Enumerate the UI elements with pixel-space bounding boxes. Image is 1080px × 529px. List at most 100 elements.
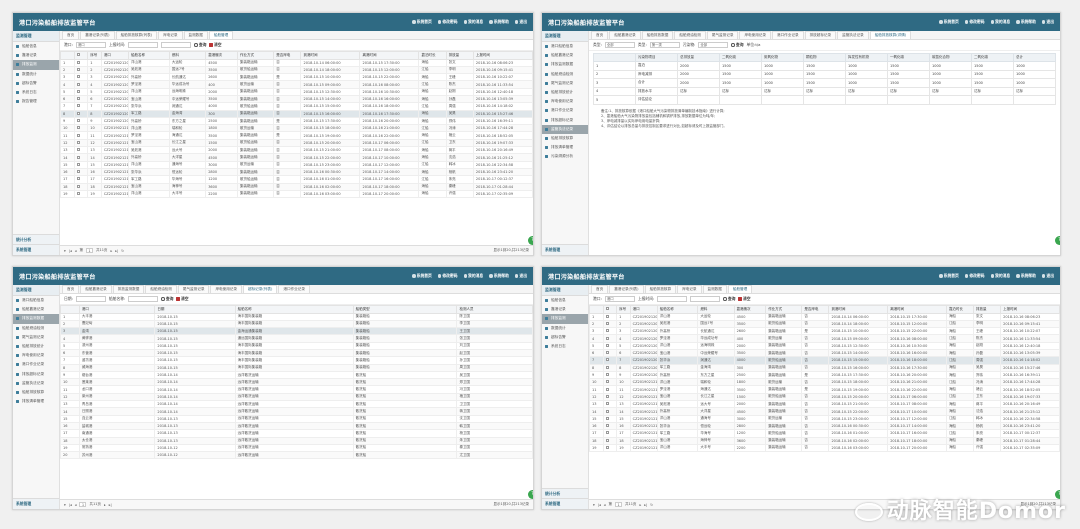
sidebar-item[interactable]: 监管执法记录 bbox=[13, 379, 59, 388]
pollutant-select[interactable]: 全部 bbox=[698, 42, 729, 48]
prev-page-icon[interactable]: ◂ bbox=[75, 503, 77, 507]
table-row[interactable]: 4 黄骅港 2018-10-15 通远国际集装箱 集装箱船 张卫国 bbox=[60, 334, 533, 343]
select-all-checkbox[interactable] bbox=[76, 53, 80, 57]
row-checkbox-cell[interactable] bbox=[73, 116, 89, 126]
tab[interactable]: 港口作业记录 bbox=[278, 285, 310, 293]
table-row[interactable]: 9 9 CZ2019021209 外高桥 东方之星 2500 集装箱运输是 2018-10-1… bbox=[60, 116, 533, 126]
row-checkbox-cell[interactable] bbox=[73, 131, 89, 140]
row-checkbox[interactable] bbox=[605, 343, 609, 347]
table-row[interactable]: 5 5 CZ2019021205 洋山港 远海明珠 2000 集装箱运输否 2018-10-1… bbox=[60, 87, 533, 97]
form-cell[interactable]: 达标 bbox=[929, 86, 972, 96]
tab[interactable]: 岸电记录 bbox=[158, 31, 183, 39]
sidebar-item[interactable]: 船舶排放核算 bbox=[542, 134, 588, 143]
form-cell[interactable] bbox=[887, 95, 930, 105]
clear-button[interactable]: 清空 bbox=[209, 42, 222, 48]
form-cell[interactable]: 1000 bbox=[845, 69, 888, 79]
row-checkbox[interactable] bbox=[76, 67, 80, 71]
table-row[interactable]: 12 莱州港 2018-10-14 远洋散货运输 散货船 褚卫国 bbox=[60, 392, 533, 402]
row-checkbox[interactable] bbox=[76, 104, 80, 108]
row-checkbox-cell[interactable] bbox=[73, 146, 89, 155]
row-checkbox[interactable] bbox=[605, 438, 609, 442]
column-header[interactable]: 到港时间 bbox=[300, 51, 361, 60]
row-checkbox[interactable] bbox=[605, 314, 609, 318]
row-checkbox-cell[interactable] bbox=[73, 153, 89, 162]
table-row[interactable]: 5 滨州港 2018-10-15 海丰国际集装箱 集装箱船 刘卫国 bbox=[60, 341, 533, 351]
menu-messages[interactable]: 我的消息 bbox=[990, 273, 1010, 279]
row-checkbox[interactable] bbox=[605, 373, 609, 377]
sidebar-item[interactable]: 船舶排放统计 bbox=[13, 342, 59, 351]
column-header[interactable]: 离港时间 bbox=[887, 305, 947, 314]
sidebar-item[interactable]: 靠港记录 bbox=[542, 305, 588, 314]
tab[interactable]: 尾气监测记录 bbox=[706, 31, 739, 39]
form-cell[interactable]: 1000 bbox=[1013, 69, 1056, 79]
column-header[interactable]: 港口 bbox=[100, 51, 130, 60]
table-row[interactable]: 17 17 CZ2019021217 军工路 华海号 1200 散货船运输否 2018-10-… bbox=[60, 175, 533, 184]
menu-password[interactable]: 修改密码 bbox=[437, 273, 458, 279]
sidebar-item[interactable]: 靠港记录 bbox=[13, 51, 59, 60]
table-row[interactable]: 14 日照港 2018-10-14 远洋散货运输 散货船 蒋卫国 bbox=[60, 407, 533, 416]
row-checkbox[interactable] bbox=[76, 126, 80, 130]
row-checkbox[interactable] bbox=[605, 445, 609, 449]
form-cell[interactable]: 1000 bbox=[929, 69, 972, 79]
form-cell[interactable] bbox=[929, 95, 972, 105]
row-checkbox-cell[interactable] bbox=[602, 414, 618, 423]
row-checkbox-cell[interactable] bbox=[73, 182, 89, 191]
tab[interactable]: 排放监测数据 bbox=[112, 285, 145, 293]
row-checkbox[interactable] bbox=[605, 431, 609, 435]
clear-button[interactable]: 清空 bbox=[176, 296, 189, 302]
tab[interactable]: 排放超标记录 bbox=[804, 31, 837, 39]
form-cell[interactable]: 1500 bbox=[803, 78, 846, 88]
next-page-icon[interactable]: ▸ bbox=[110, 249, 112, 253]
form-cell[interactable]: 1000 bbox=[1013, 61, 1056, 71]
page-size-select[interactable]: ▾ bbox=[64, 503, 66, 507]
row-checkbox[interactable] bbox=[605, 380, 609, 384]
row-checkbox-cell[interactable] bbox=[602, 392, 618, 402]
form-cell[interactable]: 1000 bbox=[929, 61, 972, 71]
column-header[interactable] bbox=[73, 51, 89, 60]
tab[interactable]: 船舶排放核算 bbox=[644, 285, 677, 293]
tab[interactable]: 船舶靠港记录 bbox=[80, 285, 112, 293]
table-row[interactable]: 7 潍坊港 2018-10-15 海丰国际集装箱 集装箱船 孙卫国 bbox=[60, 356, 533, 365]
column-header[interactable]: 是否岸电 bbox=[801, 305, 830, 314]
table-row[interactable]: 18 18 CZ2019021218 宝山港 海神号 3600 集装箱运输否 2018-10-… bbox=[589, 436, 1060, 445]
menu-messages[interactable]: 我的消息 bbox=[990, 19, 1010, 25]
row-checkbox-cell[interactable] bbox=[602, 400, 618, 409]
sidebar-item[interactable]: 超标告警 bbox=[13, 79, 59, 88]
table-row[interactable]: 10 蓬莱港 2018-10-14 远洋散货运输 散货船 郑卫国 bbox=[60, 378, 533, 387]
form-cell[interactable]: 1500 bbox=[887, 69, 930, 79]
row-checkbox[interactable] bbox=[605, 424, 609, 428]
column-header[interactable]: 作业方式 bbox=[765, 305, 803, 314]
table-row[interactable]: 2 曹妃甸 2018-10-15 海丰国际集装箱 集装箱船 李卫国 bbox=[60, 319, 533, 329]
table-row[interactable]: 17 17 CZ2019021217 军工路 华海号 1200 散货船运输否 2018-10-… bbox=[589, 429, 1060, 438]
query-button[interactable]: 查询 bbox=[723, 296, 735, 302]
table-row[interactable]: 4 4 CZ2019021204 罗泾港 华远成功号 400 散货运输否 2018-10-15… bbox=[60, 80, 533, 89]
help-float-icon[interactable]: ? bbox=[528, 236, 533, 245]
row-checkbox-cell[interactable] bbox=[73, 109, 89, 118]
column-header[interactable]: 作业方式 bbox=[236, 51, 275, 60]
form-cell[interactable]: 1000 bbox=[1013, 78, 1056, 88]
table-row[interactable]: 4 4 CZ2019021204 罗泾港 华远成功号 400 散货运输否 2018-10-15… bbox=[589, 334, 1060, 343]
prev-page-icon[interactable]: ◂ bbox=[75, 249, 77, 253]
row-checkbox-cell[interactable] bbox=[602, 429, 618, 438]
form-cell[interactable]: 达标 bbox=[887, 86, 930, 96]
row-checkbox-cell[interactable] bbox=[602, 370, 618, 380]
tab[interactable]: 监测数据 bbox=[702, 285, 727, 293]
column-header[interactable]: 燃料 bbox=[168, 51, 207, 60]
table-row[interactable]: 9 9 CZ2019021209 外高桥 东方之星 2500 集装箱运输是 2018-10-1… bbox=[589, 370, 1060, 380]
row-checkbox[interactable] bbox=[76, 60, 80, 64]
sidebar-item[interactable]: 尾气监测记录 bbox=[13, 333, 59, 342]
column-header[interactable]: 序号 bbox=[616, 305, 631, 314]
table-row[interactable]: 14 14 CZ2019021214 外高桥 大洋星 4500 集装箱运输否 2018-10-… bbox=[589, 407, 1060, 416]
table-row[interactable]: 6 6 CZ2019021206 宝山港 中远荣耀号 3500 集装箱运输否 2018-10-… bbox=[589, 348, 1060, 358]
row-checkbox[interactable] bbox=[76, 82, 80, 86]
form-cell[interactable]: 1500 bbox=[719, 61, 762, 71]
sidebar-footer-system[interactable]: 系统管理 bbox=[542, 498, 588, 509]
row-checkbox[interactable] bbox=[76, 133, 80, 137]
menu-logout[interactable]: 退出 bbox=[514, 273, 527, 279]
form-cell[interactable] bbox=[677, 95, 720, 105]
row-checkbox[interactable] bbox=[76, 75, 80, 79]
sidebar-item[interactable]: 港口作业记录 bbox=[13, 360, 59, 369]
sidebar-item[interactable]: 排放监测 bbox=[542, 314, 588, 324]
column-header[interactable]: 日期 bbox=[154, 305, 236, 314]
form-cell[interactable]: 达标 bbox=[1013, 86, 1056, 96]
